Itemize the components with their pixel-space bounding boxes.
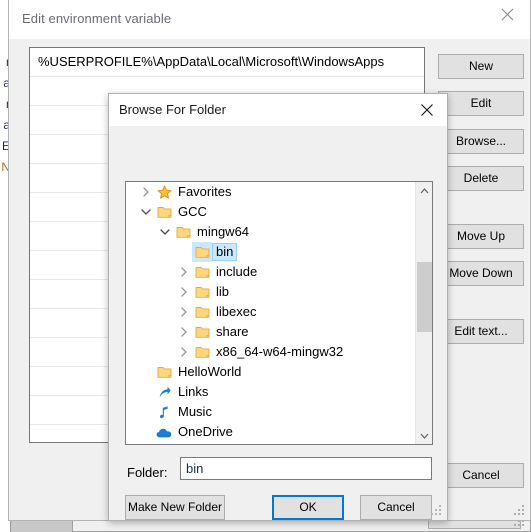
tree-item-share[interactable]: share (126, 322, 415, 342)
tree-item-label: lib (216, 284, 230, 299)
chevron-right-icon[interactable] (176, 262, 192, 282)
folder-icon (154, 202, 174, 222)
cloud-icon (154, 422, 174, 442)
star-icon (154, 182, 174, 202)
browse-resize-grip[interactable] (431, 505, 443, 517)
edit-button[interactable]: Edit (438, 91, 524, 116)
chevron-none (138, 422, 154, 442)
chevron-down-icon[interactable] (157, 222, 173, 242)
folder-tree[interactable]: Favorites GCC mingw64 bin include lib libexec s… (126, 182, 415, 444)
folder-icon (192, 262, 212, 282)
tree-item-lib[interactable]: lib (126, 282, 415, 302)
tree-item-links[interactable]: Links (126, 382, 415, 402)
folder-icon (192, 322, 212, 342)
tree-item-label: include (216, 264, 258, 279)
list-item[interactable]: %USERPROFILE%\AppData\Local\Microsoft\Wi… (30, 48, 424, 77)
shortcut-icon (154, 382, 174, 402)
close-icon[interactable] (484, 0, 530, 29)
tree-item-mingw64[interactable]: mingw64 (126, 222, 415, 242)
tree-item-label: OneDrive (178, 424, 233, 439)
move-up-button[interactable]: Move Up (438, 224, 524, 249)
chevron-right-icon[interactable] (176, 302, 192, 322)
chevron-none (138, 382, 154, 402)
tree-item-label: HelloWorld (178, 364, 242, 379)
tree-item-label: Links (178, 384, 209, 399)
chevron-up-icon[interactable] (416, 182, 432, 199)
tree-item-helloworld[interactable]: HelloWorld (126, 362, 415, 382)
tree-item-label: mingw64 (197, 224, 250, 239)
tree-item-music[interactable]: Music (126, 402, 415, 422)
folder-icon (173, 222, 193, 242)
folder-tree-panel[interactable]: Favorites GCC mingw64 bin include lib libexec s… (125, 181, 433, 445)
tree-item-include[interactable]: include (126, 262, 415, 282)
folder-icon (192, 342, 212, 362)
tree-item-label: bin (212, 243, 238, 261)
music-note-icon (154, 402, 174, 422)
chevron-down-icon[interactable] (416, 427, 432, 444)
browse-dialog-buttons: Make New Folder OK Cancel (109, 495, 447, 521)
folder-icon (192, 302, 212, 322)
chevron-down-icon[interactable] (138, 202, 154, 222)
tree-scrollbar[interactable] (415, 182, 432, 444)
new-button[interactable]: New (438, 54, 524, 79)
folder-icon (154, 362, 174, 382)
folder-input[interactable] (180, 457, 432, 480)
chevron-right-icon[interactable] (176, 322, 192, 342)
make-new-folder-button[interactable]: Make New Folder (125, 495, 225, 520)
tree-item-gcc[interactable]: GCC (126, 202, 415, 222)
tree-item-label: Music (178, 404, 212, 419)
chevron-none (176, 242, 192, 262)
chevron-right-icon[interactable] (176, 282, 192, 302)
tree-item-label: Favorites (178, 184, 232, 199)
tree-item-x86-64-w64-mingw32[interactable]: x86_64-w64-mingw32 (126, 342, 415, 362)
chevron-none (138, 362, 154, 382)
tree-item-label: GCC (178, 204, 207, 219)
tree-item-label: share (216, 324, 249, 339)
scrollbar-thumb[interactable] (417, 262, 432, 332)
browse-button[interactable]: Browse... (438, 129, 524, 154)
env-resize-grip[interactable] (514, 505, 526, 517)
chevron-none (138, 402, 154, 422)
ok-button[interactable]: OK (272, 495, 344, 520)
env-dialog-titlebar[interactable]: Edit environment variable (9, 0, 530, 39)
screen: r a r a E N Cancel Edit environment vari… (0, 0, 531, 532)
tree-item-label: x86_64-w64-mingw32 (216, 344, 344, 359)
tree-item-favorites[interactable]: Favorites (126, 182, 415, 202)
move-down-button[interactable]: Move Down (438, 261, 524, 286)
folder-icon (192, 242, 212, 262)
browse-for-folder-dialog: Browse For Folder Favorites GCC mingw64 bin… (108, 93, 448, 521)
chevron-right-icon[interactable] (176, 342, 192, 362)
tree-item-bin[interactable]: bin (126, 242, 415, 262)
browse-dialog-title: Browse For Folder (119, 102, 226, 117)
delete-button[interactable]: Delete (438, 166, 524, 191)
env-cancel-button[interactable]: Cancel (438, 463, 524, 488)
close-icon[interactable] (407, 94, 447, 125)
chevron-right-icon[interactable] (138, 182, 154, 202)
folder-icon (192, 282, 212, 302)
tree-item-libexec[interactable]: libexec (126, 302, 415, 322)
folder-field-label: Folder: (127, 465, 168, 480)
tree-item-label: libexec (216, 304, 257, 319)
env-dialog-title: Edit environment variable (22, 11, 172, 26)
browse-dialog-titlebar[interactable]: Browse For Folder (109, 94, 447, 126)
tree-item-onedrive[interactable]: OneDrive (126, 422, 415, 442)
edit-text-button[interactable]: Edit text... (438, 319, 524, 344)
browse-cancel-button[interactable]: Cancel (360, 495, 432, 520)
